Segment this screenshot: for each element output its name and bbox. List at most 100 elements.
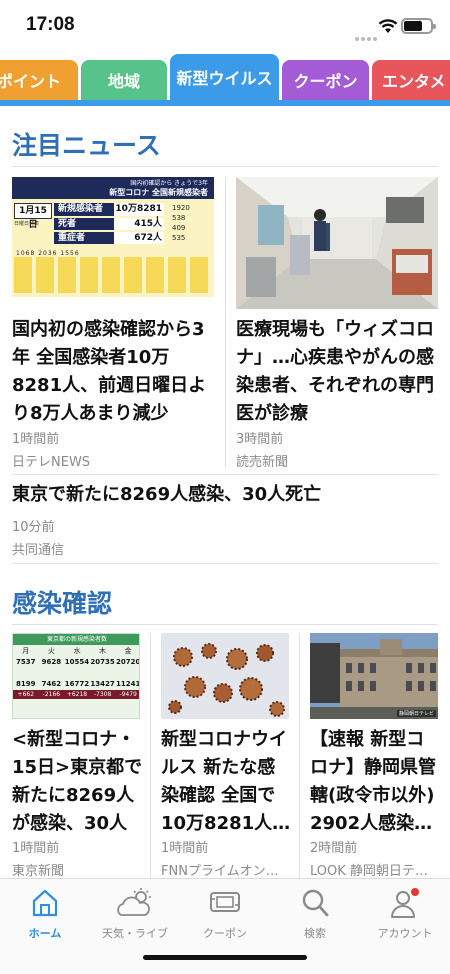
nav-label: クーポン [203,927,247,940]
thumb-cell: 金 [124,647,132,655]
article-thumbnail[interactable] [161,633,289,719]
nav-label: 天気・ライブ [102,927,168,940]
thumb-cell: 木 [99,647,107,655]
article-thumbnail[interactable]: 静岡朝日テレビ [310,633,438,719]
article-time: 1時間前 [12,841,60,856]
article-source: 日テレNEWS [12,455,91,470]
tab-label: クーポン [293,72,358,91]
thumb-cell: 月 [22,647,30,655]
column-divider [150,633,151,883]
thumb-stat-value: 10万8281人 [114,203,164,227]
column-divider [225,177,226,467]
thumb-stat-value: 415人 [114,218,164,230]
battery-icon: ⚡ [401,18,436,34]
tab-region[interactable]: 地域 [81,60,167,100]
article-headline[interactable]: 【速報 新型コロナ】静岡県管轄(政令市以外) 2902人感染… [310,726,442,832]
article-headline[interactable]: <新型コロナ・15日>東京都で新たに8269人が感染、30人死亡 [12,726,144,832]
divider [12,624,438,625]
thumb-cell: 9628 [41,658,62,666]
article-headline[interactable]: 新型コロナウイルス 新たな感染確認 全国で10万8281人… [161,726,293,832]
thumb-cell: +6218 [66,691,88,698]
nav-weather[interactable]: 天気・ライブ [90,887,180,945]
article-thumbnail[interactable]: 国内初確認から きょうで3年 新型コロナ 全国新規感染者 1月15日 日曜日発表… [12,177,214,297]
thumb-table-days: 月 火 水 木 金 [13,646,139,656]
search-icon [302,889,329,917]
nav-coupon[interactable]: クーポン [180,887,270,945]
thumb-cell: 20735 [90,658,115,666]
thumb-cell: 7537 [16,658,36,666]
wifi-icon [378,19,398,33]
tab-entertainment[interactable]: エンタメ [372,60,450,100]
home-icon [32,889,58,917]
article-source: FNNプライムオン… [161,864,279,879]
nav-label: 検索 [304,927,326,940]
weather-icon [117,888,151,916]
nav-label: ホーム [28,927,62,940]
hospital-photo [236,177,438,309]
article-source: 東京新聞 [12,864,65,879]
tab-label: 新型ウイルス [176,69,273,88]
status-time: 17:08 [26,14,75,35]
coupon-icon [210,892,240,912]
account-icon [391,888,419,918]
thumb-table-row: 7537 9628 10554 20735 20720 [13,658,139,666]
thumb-date-sub: 日曜日発表 [14,221,40,227]
article-time: 3時間前 [236,432,284,447]
thumb-cell: 10554 [64,658,90,666]
tab-underline [0,100,450,106]
status-bar: 17:08 ⚡ [0,0,450,54]
article-time: 2時間前 [310,841,358,856]
tab-coupon[interactable]: クーポン [282,60,369,100]
thumb-cell: 水 [73,647,81,655]
section-title-infections: 感染確認 [12,589,113,618]
thumb-cell: 8199 [16,680,36,688]
divider [12,166,438,167]
thumb-cell: -7308 [93,691,112,698]
article-headline[interactable]: 国内初の感染確認から3年 全国感染者10万8281人、前週日曜日より8万人あまり… [12,316,217,428]
article-source: 共同通信 [12,543,65,558]
thumb-cell: 16772 [64,680,90,688]
thumb-cell: +662 [17,691,35,698]
thumb-table-row: 8199 7462 16772 13427 11241 [13,680,140,688]
tab-label: エンタメ [382,72,446,91]
nav-search[interactable]: 検索 [270,887,360,945]
nav-home[interactable]: ホーム [0,887,90,945]
article-thumbnail[interactable] [236,177,438,309]
thumb-date: 1月15日 [14,203,52,230]
article-time: 10分前 [12,520,55,535]
thumb-badge: 静岡朝日テレビ [396,710,436,717]
column-divider [299,633,300,883]
home-indicator [143,955,307,960]
thumb-map-grid [14,257,210,293]
article-source: 読売新聞 [236,455,289,470]
thumb-side-numbers: 1920 538 409 535 [172,203,212,243]
thumb-number: 535 [172,234,186,242]
article-headline[interactable]: 医療現場も「ウィズコロナ」…心疾患やがんの感染患者、それぞれの専門医が診療 [236,316,441,428]
article-source: LOOK 静岡朝日テ… [310,864,428,879]
thumb-banner-small: 国内初確認から きょうで3年 [130,180,208,187]
thumb-banner: 国内初確認から きょうで3年 新型コロナ 全国新規感染者 [12,177,214,199]
thumb-cell: 11241 [115,680,140,688]
thumb-stat-label: 死者 [58,219,77,229]
tab-point[interactable]: ポイント [0,60,78,100]
thumb-map-numbers: 1068 2036 1556 [16,249,206,258]
tab-label: ポイント [0,72,61,91]
thumb-banner-large: 新型コロナ 全国新規感染者 [109,188,208,197]
thumb-number: 538 [172,214,186,222]
article-time: 1時間前 [12,432,60,447]
article-headline[interactable]: 東京で新たに8269人感染、30人死亡 [12,481,438,509]
thumb-cell: 7462 [41,680,62,688]
tab-coronavirus[interactable]: 新型ウイルス [170,54,279,100]
signal-icon [355,26,379,45]
thumb-stat-label: 新規感染者 [58,204,104,214]
article-time: 1時間前 [161,841,209,856]
thumb-number: 1068 [16,250,36,257]
thumb-cell: 火 [47,647,55,655]
thumb-cell: 13427 [90,680,115,688]
article-thumbnail[interactable]: 東京都の新規感染者数 月 火 水 木 金 7537 9628 10554 207… [12,633,140,719]
thumb-number: 1920 [172,204,190,212]
divider [12,563,438,564]
nav-account[interactable]: アカウント [360,887,450,945]
thumb-stat-label: 重症者 [58,233,86,243]
thumb-cell: -2166 [42,691,61,698]
